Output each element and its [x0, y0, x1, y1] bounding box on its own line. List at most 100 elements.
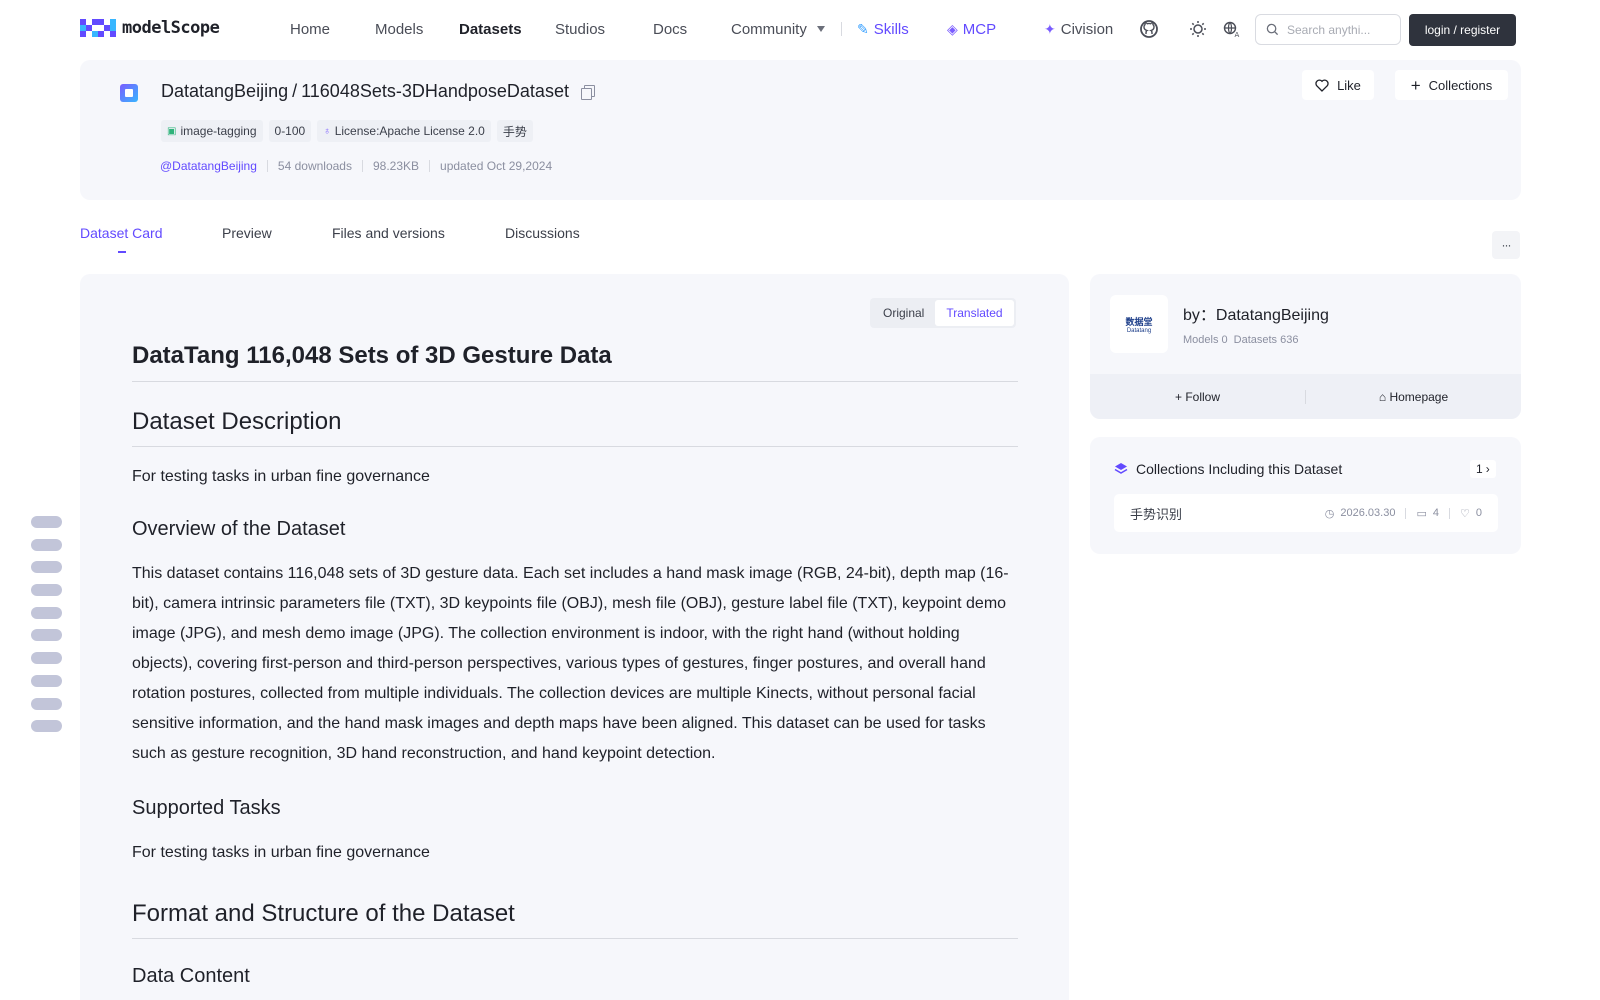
dataset-avatar	[120, 84, 138, 102]
nav-skills[interactable]: ✎ Skills	[857, 0, 909, 58]
collections-title: Collections Including this Dataset	[1136, 461, 1343, 477]
heart-icon	[1315, 78, 1329, 92]
tag-label: License:Apache License 2.0	[334, 124, 485, 138]
paragraph: For testing tasks in urban fine governan…	[132, 468, 430, 485]
heart-icon: ♡	[1460, 507, 1470, 520]
logo-text: 数据堂	[1125, 316, 1153, 327]
nav-home[interactable]: Home	[290, 0, 330, 58]
github-icon[interactable]	[1138, 18, 1160, 40]
tag-license[interactable]: ♁ License:Apache License 2.0	[317, 120, 491, 142]
dataset-card-content: Original Translated DataTang 116,048 Set…	[80, 274, 1069, 1000]
nav-civision[interactable]: ✦ Civision	[1044, 0, 1113, 58]
logo-mark-icon	[80, 19, 116, 37]
dataset-owner[interactable]: DatatangBeijing	[161, 81, 288, 102]
theme-toggle-icon[interactable]	[1187, 18, 1209, 40]
toc-item[interactable]	[31, 538, 62, 551]
tag-label: image-tagging	[180, 124, 257, 138]
title-separator: /	[292, 81, 298, 101]
meta-divider	[266, 160, 268, 172]
toc-item[interactable]	[31, 720, 62, 733]
tag-gesture[interactable]: 手势	[496, 120, 533, 142]
collection-likes: 0	[1475, 507, 1482, 519]
toc-item[interactable]	[31, 606, 62, 619]
collections-count-link[interactable]: 1 ›	[1470, 460, 1496, 478]
subsection-heading: Data Content	[132, 965, 250, 987]
language-toggle: Original Translated	[870, 298, 1016, 328]
follow-button[interactable]: + Follow	[1090, 390, 1305, 404]
login-register-button[interactable]: login / register	[1409, 14, 1516, 46]
folder-icon: ▭	[1416, 507, 1427, 520]
collections-button[interactable]: + Collections	[1395, 70, 1508, 100]
nav-mcp[interactable]: ◈ MCP	[947, 0, 996, 58]
tag-size-range[interactable]: 0-100	[268, 120, 312, 142]
dataset-tags: ▣ image-tagging 0-100 ♁ License:Apache L…	[161, 120, 533, 142]
nav-models[interactable]: Models	[375, 0, 423, 58]
toc-item[interactable]	[31, 516, 62, 528]
download-count: 54 downloads	[277, 159, 352, 173]
nav-studios[interactable]: Studios	[555, 0, 605, 58]
updated-date: updated Oct 29,2024	[440, 159, 553, 173]
dataset-title: DatatangBeijing / 116048Sets-3DHandposeD…	[161, 81, 595, 102]
translated-toggle[interactable]: Translated	[935, 300, 1014, 326]
tab-preview[interactable]: Preview	[222, 225, 272, 241]
organization-card: 数据堂 Datatang by：DatatangBeijing Models 0…	[1090, 274, 1521, 419]
toc-item[interactable]	[31, 561, 62, 574]
meta-divider	[1405, 507, 1407, 519]
image-tag-icon: ▣	[167, 125, 177, 137]
nav-divider	[841, 22, 842, 36]
homepage-button[interactable]: ⌂ Homepage	[1306, 390, 1521, 404]
active-tab-indicator	[118, 251, 126, 253]
nav-datasets[interactable]: Datasets	[459, 0, 522, 58]
modelscope-logo[interactable]: modelScope	[80, 18, 220, 38]
collection-meta: ◷ 2026.03.30 ▭ 4 ♡ 0	[1325, 507, 1482, 520]
copy-icon[interactable]	[580, 84, 595, 100]
tag-image-tagging[interactable]: ▣ image-tagging	[161, 120, 263, 142]
language-icon[interactable]: A	[1221, 18, 1243, 40]
collection-date: 2026.03.30	[1340, 507, 1396, 519]
top-nav: modelScope Home Models Datasets Studios …	[0, 0, 1600, 58]
collection-name: 手势识别	[1130, 506, 1183, 522]
home-icon: ⌂	[1378, 389, 1387, 404]
organization-stats: Models 0 Datasets 636	[1183, 334, 1298, 346]
mcp-icon: ◈	[947, 20, 958, 37]
nav-community[interactable]: Community	[731, 0, 825, 58]
subsection-heading: Supported Tasks	[132, 797, 281, 819]
toc-item[interactable]	[31, 629, 62, 642]
dataset-header: DatatangBeijing / 116048Sets-3DHandposeD…	[80, 60, 1521, 200]
tab-files-and-versions[interactable]: Files and versions	[332, 225, 445, 241]
tab-dataset-card[interactable]: Dataset Card	[80, 225, 162, 241]
toc-item[interactable]	[31, 652, 62, 665]
more-options-button[interactable]: ···	[1492, 231, 1520, 259]
follow-label: Follow	[1185, 389, 1221, 404]
collections-header: Collections Including this Dataset	[1114, 461, 1342, 477]
like-button[interactable]: Like	[1302, 70, 1374, 100]
section-heading: Format and Structure of the Dataset	[132, 900, 1018, 939]
nav-community-label: Community	[731, 20, 807, 38]
tab-discussions[interactable]: Discussions	[505, 225, 580, 241]
collections-label: Collections	[1428, 77, 1493, 93]
collection-item[interactable]: 手势识别 ◷ 2026.03.30 ▭ 4 ♡ 0	[1114, 494, 1498, 532]
paragraph: This dataset contains 116,048 sets of 3D…	[132, 565, 1009, 762]
organization-logo[interactable]: 数据堂 Datatang	[1110, 295, 1168, 353]
organization-name[interactable]: by：DatatangBeijing	[1183, 301, 1329, 325]
search-box[interactable]	[1255, 14, 1401, 45]
nav-docs[interactable]: Docs	[653, 0, 687, 58]
doc-title: DataTang 116,048 Sets of 3D Gesture Data	[132, 342, 1018, 382]
toc-item[interactable]	[31, 674, 62, 687]
models-count: Models 0	[1183, 334, 1228, 346]
toc-item[interactable]	[31, 584, 62, 597]
toc-item[interactable]	[31, 697, 62, 710]
subsection-heading: Overview of the Dataset	[132, 518, 346, 540]
search-input[interactable]	[1287, 22, 1392, 37]
chevron-down-icon	[816, 26, 825, 32]
organization-actions: + Follow ⌂ Homepage	[1090, 374, 1521, 419]
tag-label: 0-100	[274, 124, 306, 138]
logo-subtext: Datatang	[1126, 327, 1152, 334]
author-link[interactable]: @DatatangBeijing	[160, 159, 257, 173]
dataset-name: 116048Sets-3DHandposeDataset	[301, 81, 569, 101]
meta-divider	[1449, 507, 1450, 519]
section-heading: Dataset Description	[132, 408, 1018, 447]
meta-divider	[361, 160, 363, 172]
original-toggle[interactable]: Original	[872, 300, 935, 326]
skills-icon: ✎	[857, 20, 869, 37]
